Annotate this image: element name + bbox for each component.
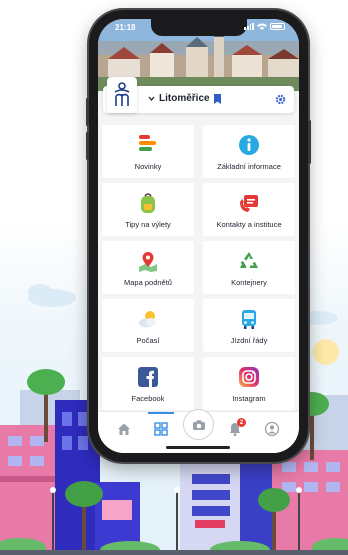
gear-icon[interactable] [275,94,286,105]
volume-button [86,132,89,160]
tile-label: Instagram [232,394,266,403]
status-icons [244,23,285,30]
chevron-down-icon [148,96,155,102]
signal-icon [244,23,254,30]
tile-label: Facebook [131,394,165,403]
tile-facebook[interactable]: Facebook [102,357,194,410]
tab-bar: 2 [98,409,299,453]
status-time: 21:18 [115,23,136,32]
facebook-icon [138,367,158,387]
grid-icon[interactable] [153,421,169,437]
volume-button [86,98,89,126]
home-icon[interactable] [116,421,132,437]
city-logo [107,77,137,113]
tile-tipy-na-vylety[interactable]: Tipy na výlety [102,183,194,236]
notification-badge: 2 [237,418,246,427]
camera-icon [192,419,205,430]
tile-label: Novinky [134,162,162,171]
tile-instagram[interactable]: Instagram [203,357,295,410]
info-icon [239,135,259,155]
home-indicator [166,446,230,449]
active-tab-indicator [148,412,174,414]
map-pin-icon [139,252,157,272]
weather-icon [139,311,156,328]
instagram-icon [239,367,259,387]
notch [150,19,247,36]
contacts-icon [240,195,258,212]
tile-label: Kontejnery [231,278,267,287]
camera-button[interactable] [183,409,214,440]
notifications-tab[interactable]: 2 [227,418,246,437]
feature-grid: Novinky Základní informace Tipy na výlet… [102,125,295,410]
recycle-icon [240,252,258,268]
backpack-icon [141,193,155,213]
tile-label: Jízdní řády [230,336,268,345]
city-name: Litoměřice [159,93,210,104]
profile-icon[interactable] [264,421,280,437]
app-screen: 21:18 Litoměřice Novinky Základní inform… [98,19,299,453]
bookmark-icon [213,93,221,104]
tile-label: Tipy na výlety [125,220,171,229]
city-header: Litoměřice [103,77,294,113]
tile-zakladni-informace[interactable]: Základní informace [203,125,295,178]
tile-novinky[interactable]: Novinky [102,125,194,178]
city-selector[interactable]: Litoměřice [148,93,221,104]
city-logo-icon [114,82,130,106]
tile-label: Počasí [136,336,160,345]
tile-kontejnery[interactable]: Kontejnery [203,241,295,294]
wifi-icon [257,23,267,30]
tile-label: Mapa podnětů [124,278,172,287]
power-button [308,120,311,164]
tile-label: Základní informace [217,162,281,171]
tile-jizdni-rady[interactable]: Jízdní řády [203,299,295,352]
bus-icon [242,310,256,329]
battery-icon [270,23,285,30]
news-icon [139,135,156,151]
tile-mapa-podnetu[interactable]: Mapa podnětů [102,241,194,294]
tile-pocasi[interactable]: Počasí [102,299,194,352]
tile-label: Kontakty a instituce [216,220,282,229]
phone-frame: 21:18 Litoměřice Novinky Základní inform… [86,10,311,462]
tile-kontakty-a-instituce[interactable]: Kontakty a instituce [203,183,295,236]
